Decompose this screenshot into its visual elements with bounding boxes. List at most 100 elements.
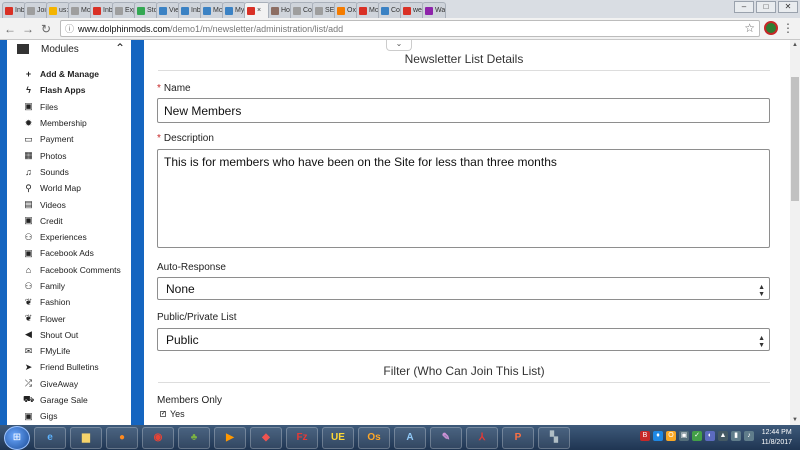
page-scrollbar[interactable]: ▲ ▼ — [790, 40, 800, 425]
tray-app-icon[interactable]: ▣ — [679, 431, 689, 441]
sidebar-item[interactable]: ▣ Gigs — [7, 408, 131, 424]
font-app-taskbar-icon[interactable]: A — [394, 426, 426, 449]
sidebar-item[interactable]: ⤮ GiveAway — [7, 376, 131, 392]
sidebar-item[interactable]: + Add & Manage — [7, 66, 131, 82]
tray-app-icon[interactable]: B — [640, 431, 650, 441]
tab-favicon-icon — [115, 6, 123, 15]
minimize-button[interactable]: – — [734, 1, 754, 13]
sidebar-item[interactable]: ⌂ Facebook Comments — [7, 262, 131, 278]
bookmark-star-icon[interactable]: ☆ — [744, 21, 755, 35]
scroll-up-icon[interactable]: ▲ — [790, 40, 800, 50]
browser-tab[interactable]: Wa — [422, 2, 446, 18]
page-info-icon[interactable]: ⓘ — [65, 22, 75, 35]
chrome-taskbar-icon[interactable]: ◉ — [142, 426, 174, 449]
browser-tab[interactable]: us: — [46, 2, 70, 18]
sidebar-item[interactable]: ⚇ Family — [7, 278, 131, 294]
tab-favicon-icon — [49, 6, 57, 15]
browser-tab[interactable]: Joi — [24, 2, 48, 18]
chevron-up-icon[interactable]: ⌃ — [115, 41, 125, 55]
sidebar-item[interactable]: ⛟ Garage Sale — [7, 392, 131, 408]
volume-icon[interactable]: ♪ — [744, 431, 754, 441]
modules-list: + Add & Manage ϟ Flash Apps ▣ Files ✹ Membershi… — [7, 66, 131, 425]
browser-tab[interactable]: My — [222, 2, 246, 18]
privacy-select[interactable]: Public ▲ ▼ — [157, 328, 770, 351]
name-input[interactable]: New Members — [157, 98, 770, 123]
name-label: * Name — [157, 83, 191, 94]
sidebar-item[interactable]: ▣ Credit — [7, 213, 131, 229]
browser-tab[interactable]: Mc — [200, 2, 224, 18]
browser-menu-icon[interactable]: ⋮ — [782, 21, 794, 35]
browser-tab[interactable]: Sto — [134, 2, 158, 18]
ie-taskbar-icon[interactable]: e — [34, 426, 66, 449]
browser-tab[interactable]: Inb — [178, 2, 202, 18]
browser-tab[interactable]: Exp — [112, 2, 136, 18]
sidebar-item[interactable]: ♫ Sounds — [7, 164, 131, 180]
sidebar-item-label: Flash Apps — [40, 85, 86, 96]
browser-tab[interactable]: we — [400, 2, 424, 18]
network-app-taskbar-icon[interactable]: ▚ — [538, 426, 570, 449]
taskbar-clock[interactable]: 12:44 PM 11/8/2017 — [761, 428, 792, 448]
tray-app-icon[interactable]: ◐ — [705, 431, 715, 441]
sidebar-item[interactable]: ⚲ World Map — [7, 180, 131, 196]
privacy-label: Public/Private List — [157, 312, 237, 323]
close-window-button[interactable]: ✕ — [778, 1, 798, 13]
tray-app-icon[interactable]: ▲ — [718, 431, 728, 441]
sidebar-item[interactable]: ▦ Photos — [7, 147, 131, 163]
sidebar-item[interactable]: ◀ Shout Out — [7, 327, 131, 343]
frog-app-taskbar-icon[interactable]: ♣ — [178, 426, 210, 449]
scroll-down-icon[interactable]: ▼ — [790, 415, 800, 425]
tab-favicon-icon — [181, 6, 189, 15]
ultraedit-taskbar-icon[interactable]: UE — [322, 426, 354, 449]
explorer-taskbar-icon[interactable]: ▆ — [70, 426, 102, 449]
network-icon[interactable]: ▮ — [731, 431, 741, 441]
sidebar-item[interactable]: ▣ Files — [7, 99, 131, 115]
browser-tab[interactable]: Co — [290, 2, 314, 18]
music-icon: ♫ — [25, 166, 32, 177]
sidebar-item[interactable]: ▤ Videos — [7, 196, 131, 212]
browser-tab[interactable]: Mc — [68, 2, 92, 18]
sidebar-item[interactable]: ✉ FMyLife — [7, 343, 131, 359]
browser-tab[interactable]: Ho — [268, 2, 292, 18]
scroll-thumb[interactable] — [791, 77, 799, 201]
browser-tab[interactable]: Ox — [334, 2, 358, 18]
outlook-taskbar-icon[interactable]: Os — [358, 426, 390, 449]
extension-icon[interactable] — [764, 21, 778, 35]
tray-app-icon[interactable]: O — [666, 431, 676, 441]
collapse-toggle[interactable]: ⌄ — [386, 40, 412, 51]
address-bar[interactable]: ⓘ www.dolphinmods.com/demo1/m/newsletter… — [60, 20, 760, 37]
browser-tab[interactable]: Inb — [90, 2, 114, 18]
sidebar-item[interactable]: ➤ Friend Bulletins — [7, 359, 131, 375]
reload-icon[interactable]: ↻ — [38, 21, 54, 37]
filezilla-taskbar-icon[interactable]: Fz — [286, 426, 318, 449]
back-icon[interactable]: ← — [2, 21, 18, 37]
sidebar-item[interactable]: ❦ Fashion — [7, 294, 131, 310]
sidebar-item[interactable]: ❦ Flower — [7, 310, 131, 326]
sidebar-item[interactable]: ϟ Flash Apps — [7, 82, 131, 98]
autoresponse-select[interactable]: None ▲ ▼ — [157, 277, 770, 300]
tray-app-icon[interactable]: ♦ — [653, 431, 663, 441]
acrobat-taskbar-icon[interactable]: ⅄ — [466, 426, 498, 449]
browser-tab[interactable]: Co — [378, 2, 402, 18]
sidebar-item[interactable]: ▭ Payment — [7, 131, 131, 147]
browser-tab[interactable]: SE — [312, 2, 336, 18]
start-button[interactable]: ⊞ — [4, 425, 30, 450]
paint-taskbar-icon[interactable]: ✎ — [430, 426, 462, 449]
modules-header[interactable]: Modules ⌃ — [7, 40, 131, 58]
description-textarea[interactable]: This is for members who have been on the… — [157, 149, 770, 248]
sidebar-item[interactable]: ▣ Facebook Ads — [7, 245, 131, 261]
eraser-app-taskbar-icon[interactable]: ◆ — [250, 426, 282, 449]
members-only-checkbox[interactable]: ✓ — [160, 411, 166, 417]
sidebar-item[interactable]: ✹ Membership — [7, 115, 131, 131]
media-player-taskbar-icon[interactable]: ▶ — [214, 426, 246, 449]
browser-tab[interactable]: Vie — [156, 2, 180, 18]
tray-app-icon[interactable]: ✓ — [692, 431, 702, 441]
tab-favicon-icon — [203, 6, 211, 15]
firefox-taskbar-icon[interactable]: ● — [106, 426, 138, 449]
maximize-button[interactable]: □ — [756, 1, 776, 13]
forward-icon[interactable]: → — [20, 21, 36, 37]
browser-tab[interactable]: Mc — [356, 2, 380, 18]
powerpoint-taskbar-icon[interactable]: P — [502, 426, 534, 449]
sidebar-item[interactable]: ⚇ Experiences — [7, 229, 131, 245]
browser-tab[interactable]: Inb — [2, 2, 26, 18]
browser-tab[interactable]: × — [244, 2, 270, 18]
